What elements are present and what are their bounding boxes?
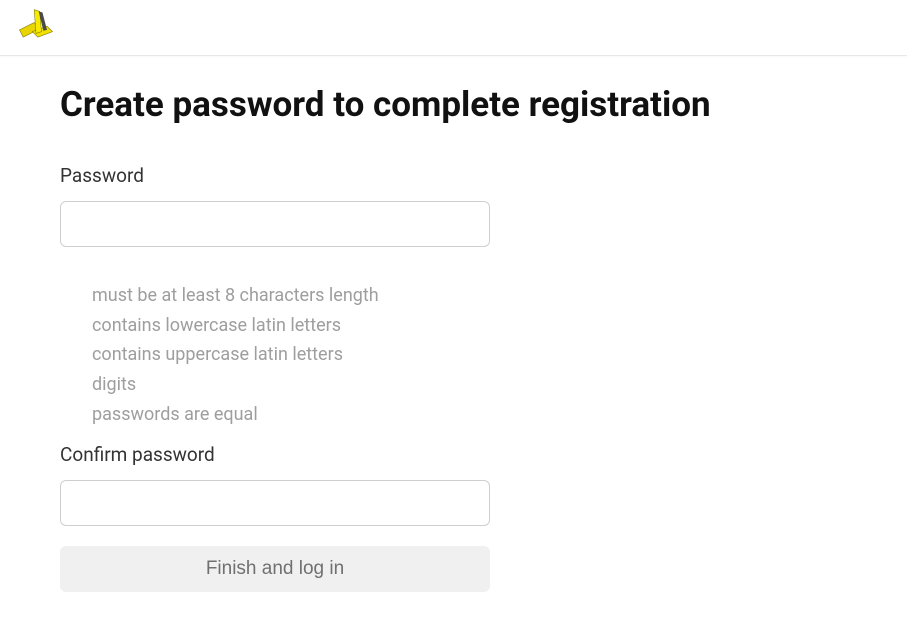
logo-icon bbox=[14, 6, 58, 50]
rule-uppercase: contains uppercase latin letters bbox=[92, 340, 840, 370]
password-label: Password bbox=[60, 164, 840, 187]
password-input[interactable] bbox=[60, 201, 490, 247]
content: Create password to complete registration… bbox=[0, 56, 900, 620]
password-field-group: Password bbox=[60, 164, 840, 247]
finish-login-button-label: Finish and log in bbox=[206, 558, 344, 580]
rule-min-length: must be at least 8 characters length bbox=[92, 281, 840, 311]
confirm-password-field-group: Confirm password bbox=[60, 443, 840, 526]
rule-match: passwords are equal bbox=[92, 400, 840, 430]
rule-lowercase: contains lowercase latin letters bbox=[92, 311, 840, 341]
confirm-password-input[interactable] bbox=[60, 480, 490, 526]
finish-login-button[interactable]: Finish and log in bbox=[60, 546, 490, 592]
page-title: Create password to complete registration bbox=[60, 84, 840, 126]
topbar bbox=[0, 0, 907, 56]
confirm-password-label: Confirm password bbox=[60, 443, 840, 466]
rule-digits: digits bbox=[92, 370, 840, 400]
password-rules-list: must be at least 8 characters length con… bbox=[60, 267, 840, 443]
